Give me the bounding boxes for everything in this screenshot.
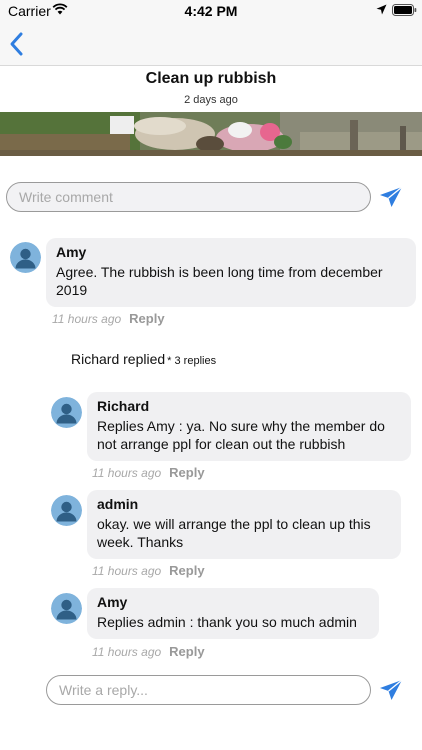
- user-avatar-icon: [51, 495, 82, 526]
- comment-input[interactable]: [6, 182, 371, 212]
- clock: 4:42 PM: [184, 3, 238, 19]
- rubbish-photo: [0, 112, 422, 156]
- reply-bubble: Richard Replies Amy : ya. No sure why th…: [87, 392, 411, 461]
- reply-meta: 11 hours ago Reply: [92, 465, 205, 480]
- post-time: 2 days ago: [184, 94, 238, 106]
- reply-input[interactable]: [46, 675, 371, 705]
- send-comment-icon[interactable]: [379, 186, 403, 208]
- reply-button[interactable]: Reply: [169, 563, 204, 578]
- reply-text: Replies admin : thank you so much admin: [97, 614, 357, 630]
- reply-text: Replies Amy : ya. No sure why the member…: [97, 418, 385, 452]
- reply-meta: 11 hours ago Reply: [92, 644, 205, 659]
- status-bar: Carrier 4:42 PM: [0, 0, 422, 22]
- comment-bubble: Amy Agree. The rubbish is been long time…: [46, 238, 416, 307]
- post-image[interactable]: [0, 112, 422, 156]
- comment-meta: 11 hours ago Reply: [52, 311, 165, 326]
- reply-meta: 11 hours ago Reply: [92, 563, 205, 578]
- avatar[interactable]: [10, 242, 41, 273]
- reply-time: 11 hours ago: [92, 645, 162, 659]
- reply-button[interactable]: Reply: [169, 644, 204, 659]
- reply-button[interactable]: Reply: [169, 465, 204, 480]
- battery-icon: [392, 4, 417, 16]
- reply-author: Richard: [97, 398, 150, 414]
- back-chevron-icon[interactable]: [6, 30, 28, 58]
- reply-time: 11 hours ago: [92, 564, 162, 578]
- avatar[interactable]: [51, 397, 82, 428]
- user-avatar-icon: [51, 397, 82, 428]
- avatar[interactable]: [51, 495, 82, 526]
- comment-author: Amy: [56, 244, 87, 260]
- user-avatar-icon: [51, 593, 82, 624]
- send-reply-icon[interactable]: [379, 679, 403, 701]
- navigation-bar: [0, 22, 422, 66]
- reply-text: okay. we will arrange the ppl to clean u…: [97, 516, 371, 550]
- replies-count: * 3 replies: [167, 355, 217, 367]
- reply-bubble: Amy Replies admin : thank you so much ad…: [87, 588, 379, 639]
- comment-time: 11 hours ago: [52, 312, 122, 326]
- comment-reply-button[interactable]: Reply: [129, 311, 164, 326]
- location-arrow-icon: [376, 4, 387, 15]
- user-avatar-icon: [10, 242, 41, 273]
- reply-bubble: admin okay. we will arrange the ppl to c…: [87, 490, 401, 559]
- post-title: Clean up rubbish: [145, 70, 277, 87]
- replies-summary[interactable]: Richard replied * 3 replies: [71, 351, 216, 367]
- reply-author: admin: [97, 496, 139, 512]
- comment-text: Agree. The rubbish is been long time fro…: [56, 264, 383, 298]
- reply-author: Amy: [97, 594, 128, 610]
- reply-time: 11 hours ago: [92, 466, 162, 480]
- replies-summary-text: Richard replied: [71, 351, 166, 367]
- avatar[interactable]: [51, 593, 82, 624]
